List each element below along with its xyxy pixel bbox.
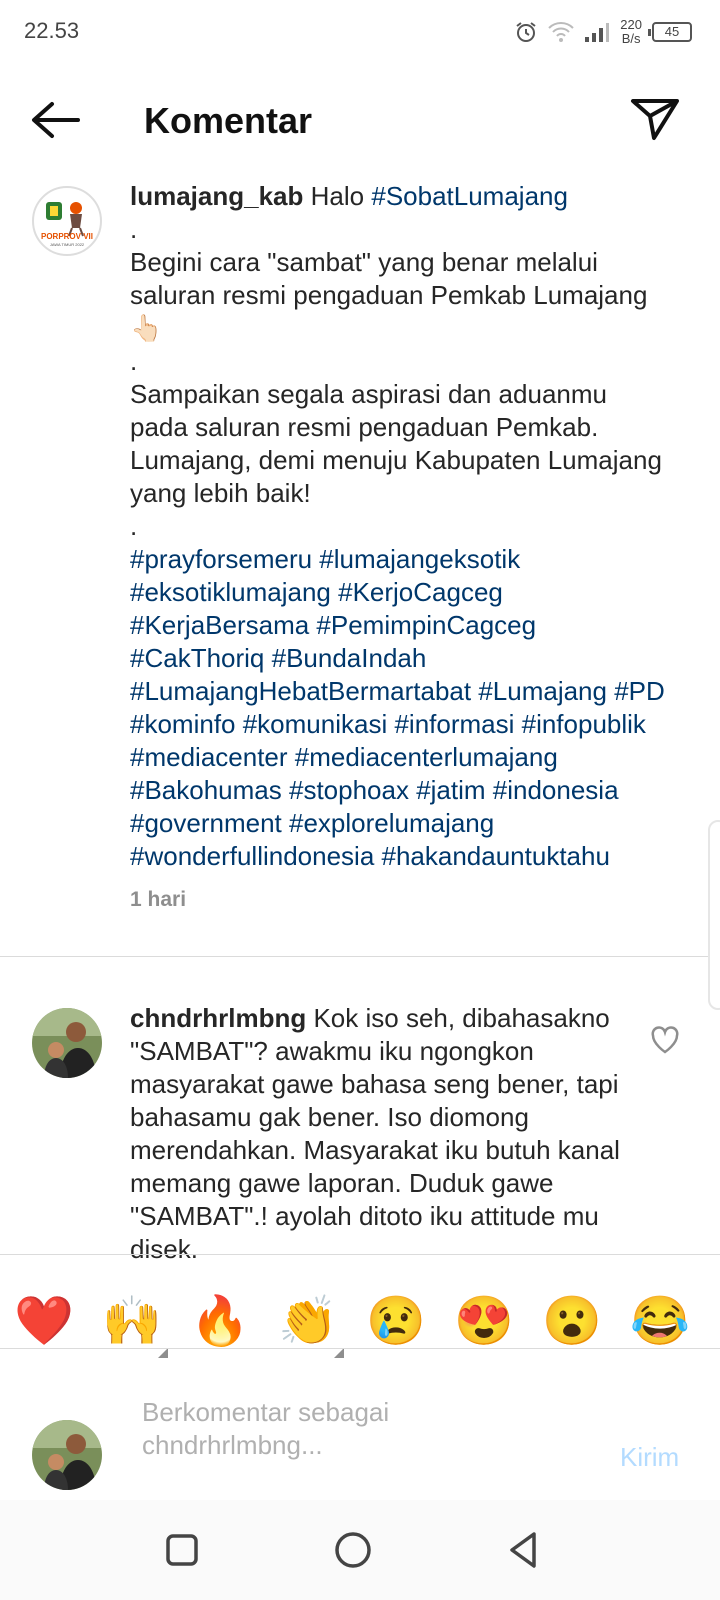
side-panel-edge[interactable] bbox=[708, 820, 720, 1010]
emoji-raising-hands[interactable]: 🙌 bbox=[102, 1292, 162, 1352]
pointing-up-emoji: 👆🏻 bbox=[130, 313, 163, 343]
emoji-clapping-hands[interactable]: 👏 bbox=[278, 1292, 338, 1352]
comment-username[interactable]: chndrhrlmbng bbox=[130, 1003, 306, 1033]
network-speed-unit: B/s bbox=[621, 31, 641, 46]
post-comment-button[interactable]: Kirim bbox=[620, 1442, 679, 1473]
logo-subtext: JAWA TIMUR 2022 bbox=[49, 242, 85, 247]
caption-paragraph-1-text: Begini cara "sambat" yang benar melalui … bbox=[130, 247, 648, 310]
network-speed: 220 B/s bbox=[620, 18, 642, 46]
system-nav-bar bbox=[0, 1500, 720, 1600]
variant-indicator-icon bbox=[334, 1348, 344, 1358]
logo-text: PORPROV VII bbox=[40, 232, 93, 241]
emoji-heart-eyes[interactable]: 😍 bbox=[454, 1292, 514, 1352]
paper-plane-icon bbox=[631, 99, 679, 140]
caption-first-line: lumajang_kab Halo #SobatLumajang bbox=[130, 180, 670, 213]
account-avatar[interactable]: PORPROV VII JAWA TIMUR 2022 bbox=[32, 186, 102, 256]
page-title: Komentar bbox=[144, 100, 313, 141]
post-caption: lumajang_kab Halo #SobatLumajang . Begin… bbox=[130, 180, 670, 916]
variant-indicator-icon bbox=[158, 1348, 168, 1358]
caption-dot: . bbox=[130, 214, 138, 244]
emoji-tears-of-joy[interactable]: 😂 bbox=[630, 1292, 690, 1352]
caption-dot: . bbox=[130, 511, 138, 541]
share-button[interactable] bbox=[630, 96, 680, 142]
caption-greeting-hashtag[interactable]: #SobatLumajang bbox=[371, 181, 568, 211]
network-speed-value: 220 bbox=[620, 17, 642, 32]
status-time: 22.53 bbox=[24, 18, 80, 43]
arrow-left-icon bbox=[32, 102, 80, 138]
emoji-surprised-face[interactable]: 😮 bbox=[542, 1292, 602, 1352]
profile-photo bbox=[32, 1008, 102, 1078]
square-recents-icon[interactable] bbox=[160, 1528, 204, 1572]
heart-outline-icon bbox=[651, 1026, 679, 1054]
caption-username[interactable]: lumajang_kab bbox=[130, 181, 303, 211]
my-avatar bbox=[32, 1420, 102, 1490]
caption-paragraph-2: Sampaikan segala aspirasi dan aduanmu pa… bbox=[130, 379, 662, 508]
comment-item: chndrhrlmbng Kok iso seh, dibahasakno "S… bbox=[130, 1002, 630, 1266]
caption-timestamp: 1 hari bbox=[130, 888, 187, 911]
app-header: Komentar bbox=[0, 80, 720, 160]
comment-like-button[interactable] bbox=[650, 1026, 680, 1054]
circle-home-icon[interactable] bbox=[331, 1528, 375, 1572]
emoji-crying-face[interactable]: 😢 bbox=[366, 1292, 426, 1352]
comment-input[interactable]: Berkomentar sebagai chndrhrlmbng... bbox=[142, 1396, 582, 1462]
wifi-icon bbox=[548, 22, 575, 42]
comments-divider bbox=[0, 1254, 720, 1255]
caption-paragraph-1: Begini cara "sambat" yang benar melalui … bbox=[130, 246, 670, 345]
emoji-divider bbox=[0, 1348, 720, 1349]
profile-photo bbox=[32, 1420, 102, 1490]
triangle-back-icon[interactable] bbox=[502, 1528, 546, 1572]
emoji-quick-bar: ❤️ 🙌 🔥 👏 😢 😍 😮 😂 bbox=[0, 1280, 720, 1376]
status-bar: 22.53 220 B/s 45 bbox=[0, 0, 720, 64]
caption-dot: . bbox=[130, 346, 138, 376]
emoji-fire[interactable]: 🔥 bbox=[190, 1292, 250, 1352]
caption-greeting: Halo bbox=[310, 181, 365, 211]
alarm-icon bbox=[516, 22, 536, 42]
battery-icon: 45 bbox=[648, 22, 692, 42]
caption-divider bbox=[0, 956, 720, 957]
caption-hashtags[interactable]: #prayforsemeru #lumajangeksotik #eksotik… bbox=[130, 543, 670, 873]
emoji-red-heart[interactable]: ❤️ bbox=[14, 1292, 74, 1352]
signal-icon bbox=[585, 23, 610, 42]
back-button[interactable] bbox=[28, 98, 84, 142]
commenter-avatar[interactable] bbox=[32, 1008, 102, 1078]
comment-text: Kok iso seh, dibahasakno "SAMBAT"? awakm… bbox=[130, 1003, 620, 1264]
status-icons: 220 B/s 45 bbox=[514, 16, 692, 48]
